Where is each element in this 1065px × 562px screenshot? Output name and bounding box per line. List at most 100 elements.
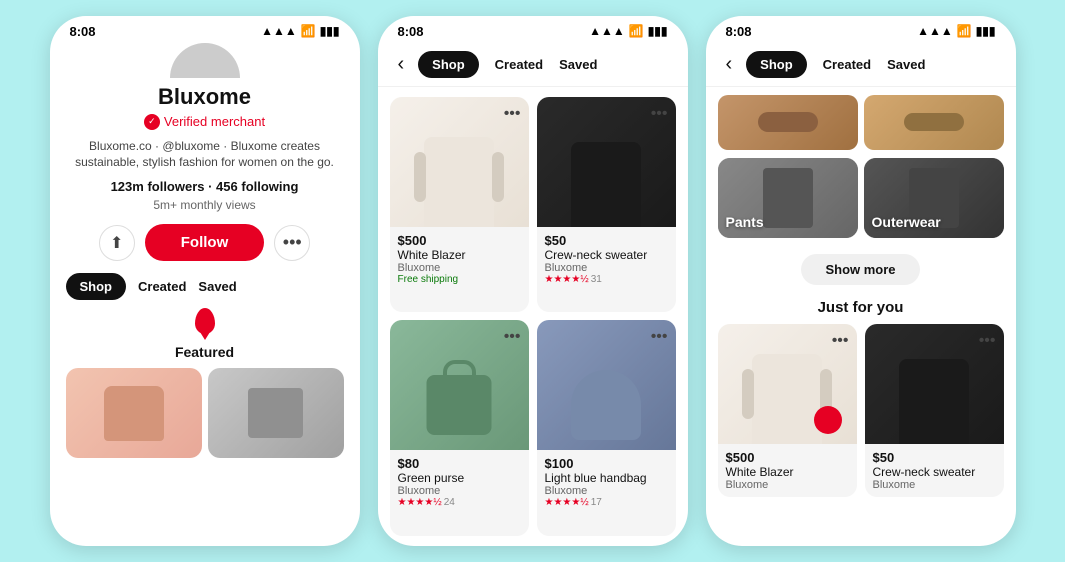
profile-name: Bluxome — [50, 84, 360, 110]
nav-tab-created-2[interactable]: Created — [495, 57, 543, 72]
show-more-button[interactable]: Show more — [801, 254, 919, 285]
category-outerwear[interactable]: Outerwear — [864, 158, 1004, 238]
jfy-card-sweater[interactable]: ••• $50 Crew-neck sweater Bluxome — [865, 324, 1004, 497]
purse-shape — [427, 375, 492, 435]
product-more-1[interactable]: ••• — [504, 105, 521, 123]
follow-button[interactable]: Follow — [145, 224, 265, 261]
battery-icon-3: ▮▮▮ — [976, 24, 996, 38]
product-info-2: $50 Crew-neck sweater Bluxome ★★★★½ 31 — [537, 227, 676, 293]
product-more-4[interactable]: ••• — [651, 328, 668, 346]
product-name-4: Light blue handbag — [545, 471, 668, 485]
profile-views: 5m+ monthly views — [50, 198, 360, 212]
jfy-card-blazer[interactable]: ••• $500 White Blazer Bluxome — [718, 324, 857, 497]
product-price-1: $500 — [398, 233, 521, 248]
profile-tabs: Shop Created Saved — [50, 273, 360, 300]
product-img-white-blazer: ••• — [390, 97, 529, 227]
product-img-blue-bag: ••• — [537, 320, 676, 450]
featured-item-sweater[interactable] — [66, 368, 202, 458]
tab-saved-1[interactable]: Saved — [198, 279, 236, 294]
verified-label: Verified merchant — [164, 114, 265, 129]
time-2: 8:08 — [398, 24, 424, 39]
profile-bio: Bluxome.co · @bluxome · Bluxome creates … — [50, 138, 360, 172]
nav-tab-shop-3[interactable]: Shop — [746, 51, 807, 78]
jfy-img-sweater: ••• — [865, 324, 1004, 444]
product-card-crew-neck[interactable]: ••• $50 Crew-neck sweater Bluxome ★★★★½ … — [537, 97, 676, 313]
product-card-green-purse[interactable]: ••• $80 Green purse Bluxome ★★★★½ 24 — [390, 320, 529, 536]
profile-content: Bluxome ✓ Verified merchant Bluxome.co ·… — [50, 43, 360, 546]
product-card-blue-bag[interactable]: ••• $100 Light blue handbag Bluxome ★★★★… — [537, 320, 676, 536]
tab-shop-1[interactable]: Shop — [66, 273, 127, 300]
phone-1: 8:08 ▲▲▲ 📶 ▮▮▮ Bluxome ✓ Verified mercha… — [50, 16, 360, 546]
sweater-dark-shape — [571, 142, 641, 227]
upload-button[interactable]: ⬆ — [99, 225, 135, 261]
phone3-content: Pants Outerwear Show more Just for you — [706, 87, 1016, 546]
verified-icon: ✓ — [144, 114, 160, 130]
nav-tab-created-3[interactable]: Created — [823, 57, 871, 72]
signal-icon-3: ▲▲▲ — [917, 24, 953, 38]
pin-drop-icon — [195, 308, 215, 334]
jfy-more-2[interactable]: ••• — [979, 332, 996, 350]
product-rating-4: ★★★★½ 17 — [545, 497, 668, 508]
featured-section: Featured — [50, 308, 360, 458]
rating-count-2: 31 — [591, 274, 602, 285]
jfy-more-1[interactable]: ••• — [832, 332, 849, 350]
product-rating-3: ★★★★½ 24 — [398, 497, 521, 508]
nav-tab-shop-2[interactable]: Shop — [418, 51, 479, 78]
product-info-3: $80 Green purse Bluxome ★★★★½ 24 — [390, 450, 529, 516]
nav-tab-saved-3[interactable]: Saved — [887, 57, 925, 72]
wifi-icon-2: 📶 — [629, 24, 644, 38]
featured-grid — [66, 368, 344, 458]
stars-2: ★★★★½ — [545, 274, 589, 285]
profile-actions: ⬆ Follow ••• — [50, 224, 360, 261]
nav-bar-2: ‹ Shop Created Saved — [378, 43, 688, 87]
categories-grid: Pants Outerwear — [706, 150, 1016, 246]
product-price-3: $80 — [398, 456, 521, 471]
product-brand-3: Bluxome — [398, 485, 521, 497]
jfy-price-1: $500 — [726, 450, 849, 465]
rating-count-4: 17 — [591, 497, 602, 508]
scarf-shape — [248, 388, 303, 438]
status-icons-1: ▲▲▲ 📶 ▮▮▮ — [261, 24, 339, 38]
product-brand-4: Bluxome — [545, 485, 668, 497]
jfy-info-2: $50 Crew-neck sweater Bluxome — [865, 444, 1004, 497]
stars-4: ★★★★½ — [545, 497, 589, 508]
time-1: 8:08 — [70, 24, 96, 39]
nav-tab-saved-2[interactable]: Saved — [559, 57, 597, 72]
product-more-2[interactable]: ••• — [651, 105, 668, 123]
sweater-shape — [104, 386, 164, 441]
back-button-2[interactable]: ‹ — [394, 49, 409, 80]
phone-2: 8:08 ▲▲▲ 📶 ▮▮▮ ‹ Shop Created Saved ••• — [378, 16, 688, 546]
more-button[interactable]: ••• — [274, 225, 310, 261]
featured-pin — [66, 308, 344, 334]
tab-created-1[interactable]: Created — [138, 279, 186, 294]
status-bar-2: 8:08 ▲▲▲ 📶 ▮▮▮ — [378, 16, 688, 43]
featured-item-scarf[interactable] — [208, 368, 344, 458]
product-rating-2: ★★★★½ 31 — [545, 274, 668, 285]
jfy-info-1: $500 White Blazer Bluxome — [718, 444, 857, 497]
jfy-name-2: Crew-neck sweater — [873, 465, 996, 479]
product-name-1: White Blazer — [398, 248, 521, 262]
product-name-3: Green purse — [398, 471, 521, 485]
product-price-4: $100 — [545, 456, 668, 471]
phone-3: 8:08 ▲▲▲ 📶 ▮▮▮ ‹ Shop Created Saved — [706, 16, 1016, 546]
jfy-name-1: White Blazer — [726, 465, 849, 479]
profile-stats: 123m followers · 456 following — [50, 179, 360, 194]
product-brand-1: Bluxome — [398, 262, 521, 274]
product-shipping-1: Free shipping — [398, 274, 521, 285]
product-more-3[interactable]: ••• — [504, 328, 521, 346]
back-button-3[interactable]: ‹ — [722, 49, 737, 80]
product-img-green-purse: ••• — [390, 320, 529, 450]
product-img-crew-neck: ••• — [537, 97, 676, 227]
signal-icon: ▲▲▲ — [261, 24, 297, 38]
status-bar-3: 8:08 ▲▲▲ 📶 ▮▮▮ — [706, 16, 1016, 43]
product-info-1: $500 White Blazer Bluxome Free shipping — [390, 227, 529, 293]
shoe-brown-img[interactable] — [718, 95, 858, 150]
status-icons-2: ▲▲▲ 📶 ▮▮▮ — [589, 24, 667, 38]
battery-icon: ▮▮▮ — [320, 24, 340, 38]
category-pants[interactable]: Pants — [718, 158, 858, 238]
just-for-you-label: Just for you — [706, 293, 1016, 324]
wifi-icon: 📶 — [301, 24, 316, 38]
nav-bar-3: ‹ Shop Created Saved — [706, 43, 1016, 87]
shoe-tan-img[interactable] — [864, 95, 1004, 150]
product-card-white-blazer[interactable]: ••• $500 White Blazer Bluxome Free shipp… — [390, 97, 529, 313]
